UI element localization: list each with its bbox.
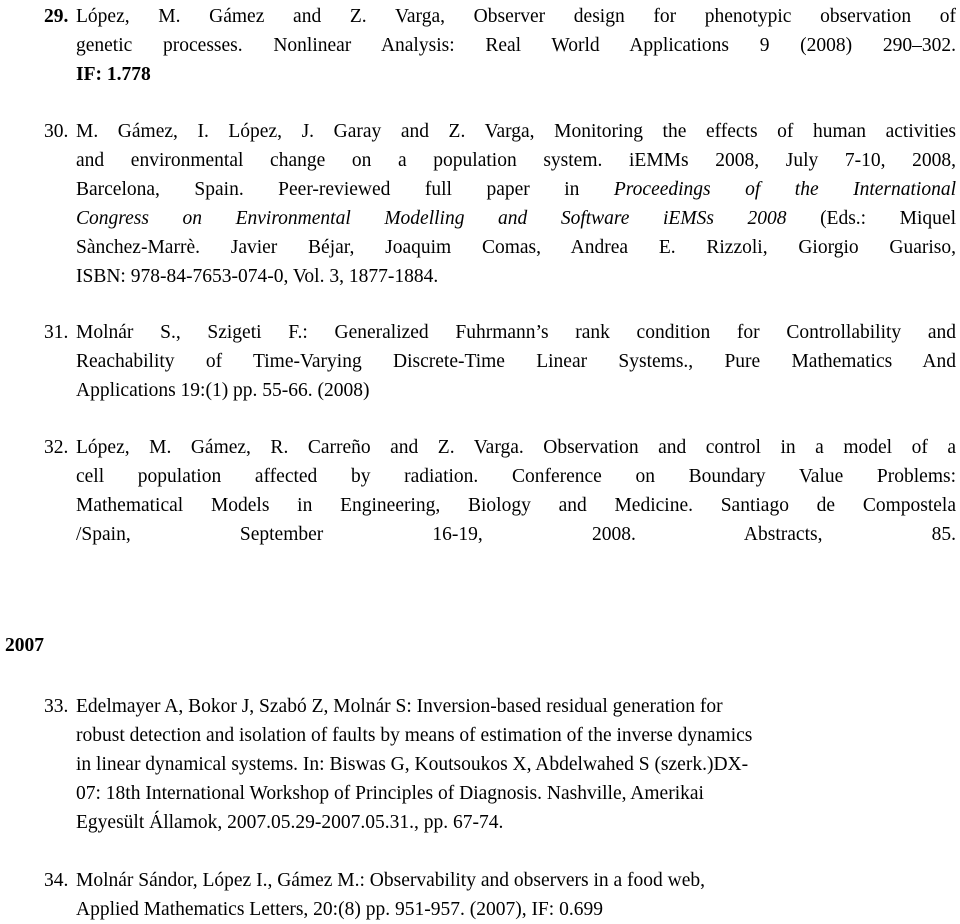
entry-line: Applied Mathematics Letters, 20:(8) pp. … xyxy=(76,895,956,924)
text-run: Egyesült Államok, 2007.05.29-2007.05.31.… xyxy=(76,812,504,833)
text-run: Applications 19:(1) pp. 55-66. (2008) xyxy=(76,380,370,401)
entry-line: Reachability of Time-Varying Discrete-Ti… xyxy=(76,347,956,376)
entry-number: 33. xyxy=(44,696,69,717)
text-run: Molnár Sándor, López I., Gámez M.: Obser… xyxy=(76,870,706,891)
entry-line: Molnár Sándor, López I., Gámez M.: Obser… xyxy=(76,866,956,895)
entry-line: /Spain, September 16-19, 2008. Abstracts… xyxy=(76,520,956,549)
bibliography-entry: 32. López, M. Gámez, R. Carreño and Z. Va… xyxy=(44,433,956,549)
text-run: and environmental change on a population… xyxy=(76,150,956,171)
italic-text-run: Congress on Environmental Modelling and … xyxy=(76,208,787,229)
bibliography-entry: 33. Edelmayer A, Bokor J, Szabó Z, Molnár… xyxy=(44,692,956,837)
entry-line: cell population affected by radiation. C… xyxy=(76,462,956,491)
entry-line: ISBN: 978-84-7653-074-0, Vol. 3, 1877-18… xyxy=(76,262,956,291)
entry-number: 34. xyxy=(44,870,69,891)
bold-text-run: IF: 1.778 xyxy=(76,64,151,85)
entry-line: López, M. Gámez and Z. Varga, Observer d… xyxy=(76,2,956,31)
text-run: /Spain, September 16-19, 2008. Abstracts… xyxy=(76,524,956,545)
entry-line: Applications 19:(1) pp. 55-66. (2008) xyxy=(76,376,956,405)
text-run: 07: 18th International Workshop of Princ… xyxy=(76,783,704,804)
entry-number: 31. xyxy=(44,322,69,343)
text-run: López, M. Gámez, R. Carreño and Z. Varga… xyxy=(76,437,956,458)
text-run: Edelmayer A, Bokor J, Szabó Z, Molnár S:… xyxy=(76,696,723,717)
entry-line: Congress on Environmental Modelling and … xyxy=(76,204,956,233)
entry-number: 29. xyxy=(44,6,69,27)
entry-line: and environmental change on a population… xyxy=(76,146,956,175)
text-run: Mathematical Models in Engineering, Biol… xyxy=(76,495,956,516)
entry-text: Edelmayer A, Bokor J, Szabó Z, Molnár S:… xyxy=(76,692,956,837)
entry-text: López, M. Gámez and Z. Varga, Observer d… xyxy=(76,2,956,89)
entry-line: 07: 18th International Workshop of Princ… xyxy=(76,779,956,808)
entry-line: IF: 1.778 xyxy=(76,60,956,89)
entry-line: López, M. Gámez, R. Carreño and Z. Varga… xyxy=(76,433,956,462)
entry-line: M. Gámez, I. López, J. Garay and Z. Varg… xyxy=(76,117,956,146)
text-run: genetic processes. Nonlinear Analysis: R… xyxy=(76,35,956,56)
entry-text: Molnár S., Szigeti F.: Generalized Fuhrm… xyxy=(76,318,956,405)
entry-line: Barcelona, Spain. Peer-reviewed full pap… xyxy=(76,175,956,204)
entry-text: Molnár Sándor, López I., Gámez M.: Obser… xyxy=(76,866,956,924)
bibliography-entry: 34. Molnár Sándor, López I., Gámez M.: Ob… xyxy=(44,866,956,924)
entry-line: robust detection and isolation of faults… xyxy=(76,721,956,750)
bibliography-entry: 30. M. Gámez, I. López, J. Garay and Z. V… xyxy=(44,117,956,291)
entry-line: Egyesült Államok, 2007.05.29-2007.05.31.… xyxy=(76,808,956,837)
entry-line: in linear dynamical systems. In: Biswas … xyxy=(76,750,956,779)
entry-text: M. Gámez, I. López, J. Garay and Z. Varg… xyxy=(76,117,956,291)
text-run: Molnár S., Szigeti F.: Generalized Fuhrm… xyxy=(76,322,956,343)
entry-text: López, M. Gámez, R. Carreño and Z. Varga… xyxy=(76,433,956,549)
text-run: Barcelona, Spain. Peer-reviewed full pap… xyxy=(76,179,614,200)
year-heading: 2007 xyxy=(5,635,44,656)
entry-line: Sànchez-Marrè. Javier Béjar, Joaquim Com… xyxy=(76,233,956,262)
entry-line: Mathematical Models in Engineering, Biol… xyxy=(76,491,956,520)
entry-line: genetic processes. Nonlinear Analysis: R… xyxy=(76,31,956,60)
italic-text-run: Proceedings of the International xyxy=(613,179,956,200)
entry-line: Molnár S., Szigeti F.: Generalized Fuhrm… xyxy=(76,318,956,347)
document-page: 29. López, M. Gámez and Z. Varga, Observe… xyxy=(0,0,960,924)
text-run: (Eds.: Miquel xyxy=(786,208,956,229)
text-run: cell population affected by radiation. C… xyxy=(76,466,956,487)
text-run: robust detection and isolation of faults… xyxy=(76,725,753,746)
bibliography-entry: 31. Molnár S., Szigeti F.: Generalized Fu… xyxy=(44,318,956,405)
text-run: in linear dynamical systems. In: Biswas … xyxy=(76,754,749,775)
text-run: Sànchez-Marrè. Javier Béjar, Joaquim Com… xyxy=(76,237,956,258)
entry-number: 30. xyxy=(44,121,69,142)
text-run: López, M. Gámez and Z. Varga, Observer d… xyxy=(76,6,956,27)
text-run: Applied Mathematics Letters, 20:(8) pp. … xyxy=(76,899,603,920)
entry-line: Edelmayer A, Bokor J, Szabó Z, Molnár S:… xyxy=(76,692,956,721)
text-run: Reachability of Time-Varying Discrete-Ti… xyxy=(76,351,956,372)
entry-number: 32. xyxy=(44,437,69,458)
bibliography-entry: 29. López, M. Gámez and Z. Varga, Observe… xyxy=(44,2,956,89)
text-run: M. Gámez, I. López, J. Garay and Z. Varg… xyxy=(76,121,956,142)
text-run: ISBN: 978-84-7653-074-0, Vol. 3, 1877-18… xyxy=(76,266,439,287)
